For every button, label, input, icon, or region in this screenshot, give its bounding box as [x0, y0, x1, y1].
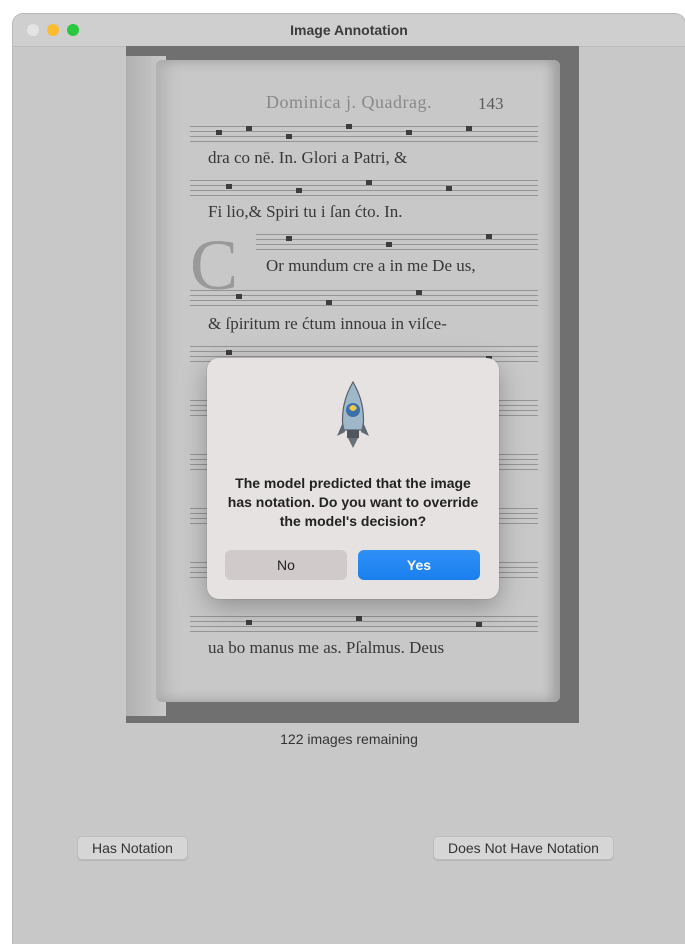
window-title: Image Annotation — [290, 22, 408, 38]
yes-button[interactable]: Yes — [358, 550, 480, 580]
has-notation-button[interactable]: Has Notation — [77, 836, 188, 860]
dialog-message: The model predicted that the image has n… — [227, 475, 479, 529]
app-window: Image Annotation Dominica j. Quadrag. 14… — [13, 14, 685, 944]
does-not-have-notation-button[interactable]: Does Not Have Notation — [433, 836, 614, 860]
override-dialog: The model predicted that the image has n… — [207, 358, 499, 599]
title-bar: Image Annotation — [13, 14, 685, 47]
no-button[interactable]: No — [225, 550, 347, 580]
python-rocket-icon — [337, 380, 369, 448]
images-remaining-label: 122 images remaining — [280, 731, 418, 747]
